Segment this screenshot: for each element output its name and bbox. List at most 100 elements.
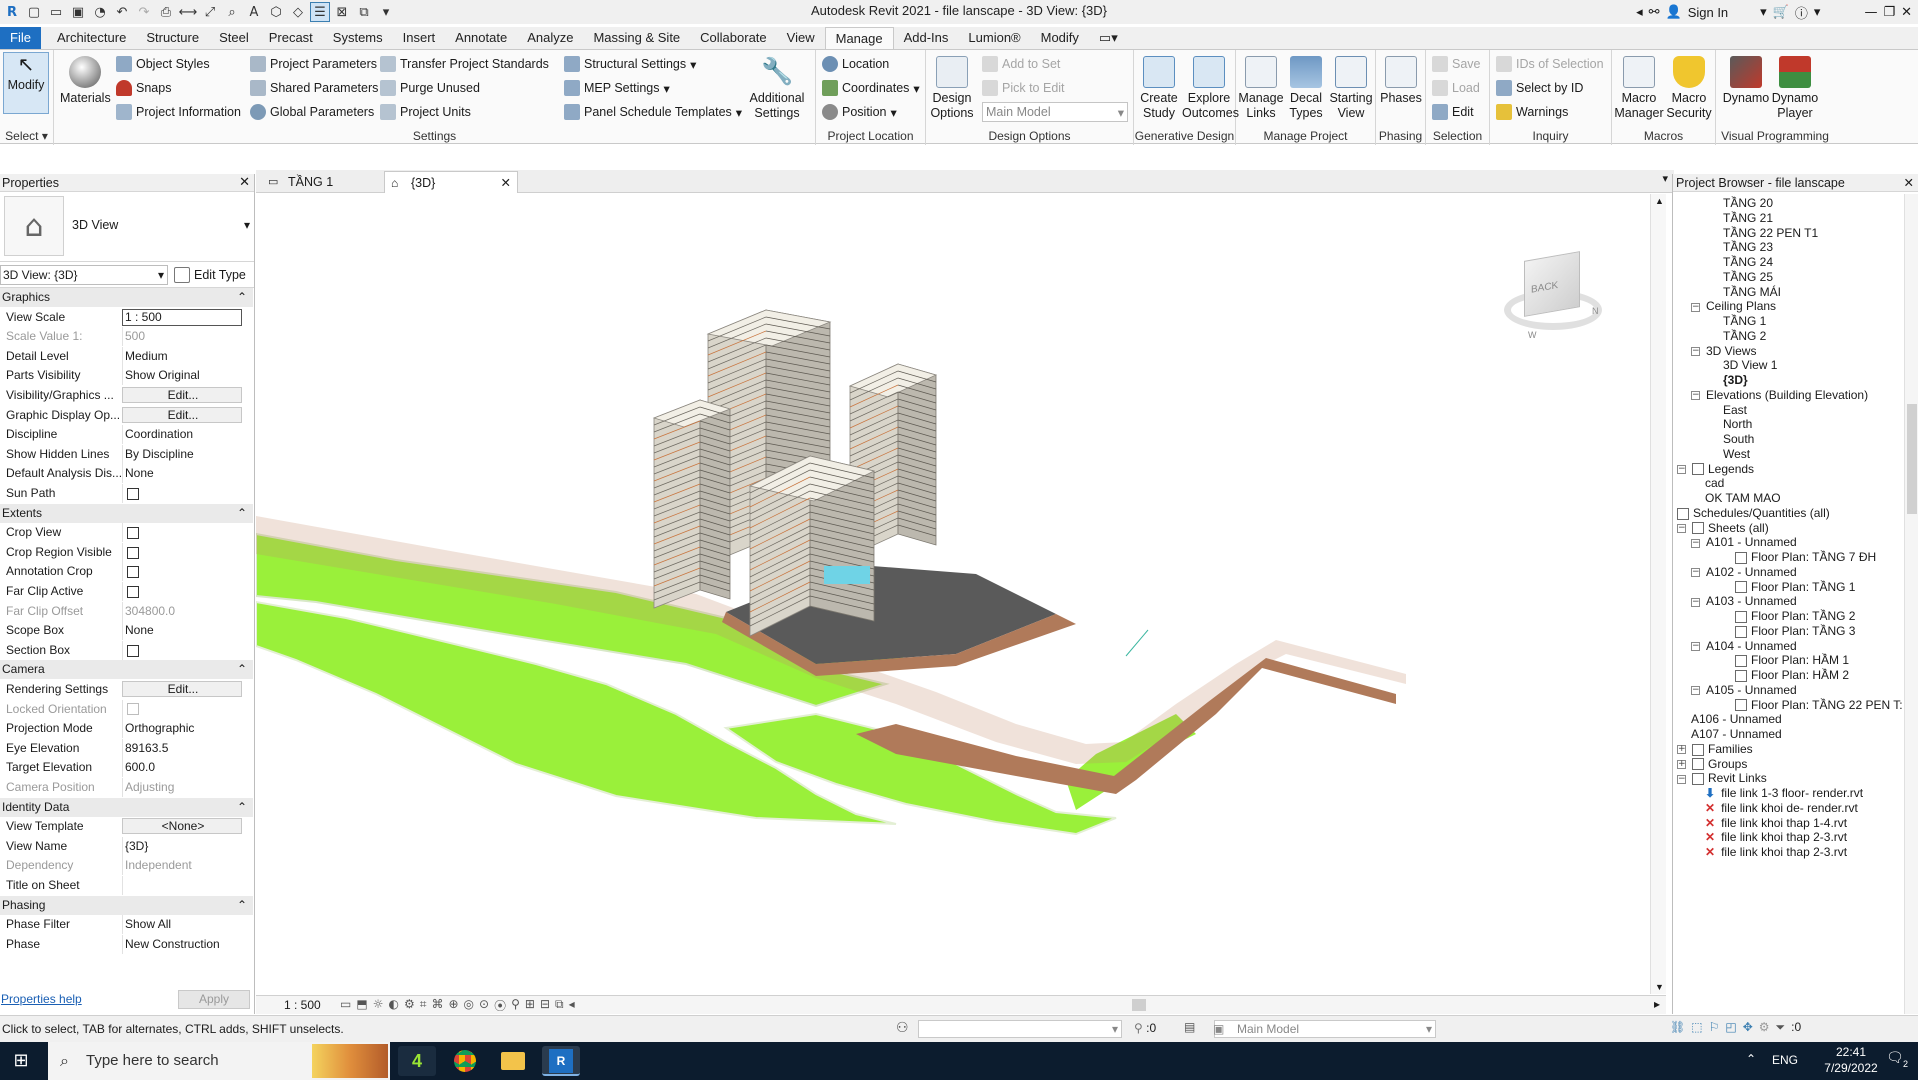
collapse-icon[interactable]: − [1677,774,1686,784]
section-extents[interactable]: Extents ⌃ [0,503,253,523]
edit-selection-button[interactable]: Edit [1432,102,1474,122]
type-selector[interactable]: ⌂ 3D View ▾ [0,192,254,262]
tab-systems[interactable]: Systems [323,27,393,49]
close-tab-icon[interactable]: ✕ [501,172,511,194]
show-crop-icon[interactable]: ⌘ [431,997,443,1014]
viewcube-back-face[interactable]: BACK [1531,280,1558,296]
thin-lines-icon[interactable]: ☰ [310,2,330,22]
collapse-icon[interactable]: − [1691,538,1700,548]
select-by-id-button[interactable]: Select by ID [1496,78,1583,98]
scroll-down-icon[interactable]: ▼ [1655,982,1664,992]
close-icon[interactable]: ✕ [1901,5,1912,20]
redo-icon[interactable]: ↷ [134,2,154,22]
modify-button[interactable]: ↖ Modify [3,52,49,114]
print-icon[interactable]: ⎙ [156,2,176,22]
prop-value[interactable]: Show All [122,915,242,935]
ids-of-selection-button[interactable]: IDs of Selection [1496,54,1604,74]
checkbox[interactable] [127,703,139,716]
restore-icon[interactable]: ❐ [1883,5,1895,20]
tab-collaborate[interactable]: Collaborate [690,27,777,49]
editing-requests-icon[interactable]: ⚲ [1134,1021,1143,1035]
tab-menu-icon[interactable]: ▾ [1662,172,1668,185]
collapse-icon[interactable]: − [1691,641,1700,651]
tab-insert[interactable]: Insert [393,27,446,49]
dimension-icon[interactable]: ⤢ [200,2,220,22]
load-selection-button[interactable]: Load [1432,78,1480,98]
checkbox[interactable] [127,566,139,579]
decal-types-button[interactable]: Decal Types [1284,54,1328,121]
prop-value[interactable]: Show Original [122,366,242,386]
expand-icon[interactable]: + [1677,745,1686,755]
collapse-icon[interactable]: − [1691,391,1700,401]
collapse-icon[interactable]: − [1691,597,1700,607]
phases-button[interactable]: Phases [1380,54,1422,106]
help-dropdown-icon[interactable]: ▾ [1814,5,1821,20]
coordinates-button[interactable]: Coordinates ▾ [822,78,920,98]
prop-value[interactable] [122,876,242,895]
position-button[interactable]: Position ▾ [822,102,897,122]
prop-edit-button[interactable]: Edit... [122,387,242,403]
visual-style-icon[interactable]: ⬒ [356,997,367,1014]
snaps-button[interactable]: Snaps [116,78,171,98]
manage-links-button[interactable]: Manage Links [1238,54,1284,121]
shadows-icon[interactable]: ◐ [388,997,398,1014]
user-icon[interactable]: 👤 [1666,5,1682,20]
temporary-hide-icon[interactable]: ◎ [464,997,474,1014]
tab-lumion[interactable]: Lumion® [958,27,1030,49]
checkbox[interactable] [127,585,139,598]
tag-icon[interactable]: ⌕ [222,2,242,22]
viewport-vertical-scrollbar[interactable]: ▲ ▼ [1650,194,1666,994]
taskbar-search[interactable]: ⌕ Type here to search [48,1042,390,1080]
show-constraints-icon[interactable]: ⊟ [540,997,550,1014]
prop-value[interactable]: Coordination [122,425,242,445]
customize-qat-icon[interactable]: ▾ [376,2,396,22]
collapse-icon[interactable]: − [1691,568,1700,578]
switch-windows-icon[interactable]: ⧉ [354,2,374,22]
notifications-icon[interactable]: 🗨 [1886,1050,1904,1066]
sun-path-icon[interactable]: ☼ [373,997,384,1014]
shared-parameters-button[interactable]: Shared Parameters [250,78,378,98]
select-links-icon[interactable]: ⛓ [1670,1020,1685,1035]
taskbar-revit[interactable]: R [542,1046,580,1076]
revit-logo-icon[interactable]: R [2,2,22,22]
close-icon[interactable]: ✕ [1904,174,1914,192]
more-icon[interactable]: ⧉ [555,997,564,1014]
tab-annotate[interactable]: Annotate [445,27,517,49]
dynamo-button[interactable]: Dynamo [1722,54,1770,106]
language-indicator[interactable]: ENG [1772,1053,1798,1067]
prop-value[interactable]: 89163.5 [122,738,242,758]
collapse-icon[interactable]: − [1677,523,1686,533]
scroll-up-icon[interactable]: ▲ [1655,196,1664,206]
prop-value[interactable]: 600.0 [122,758,242,778]
taskbar-app-4[interactable]: 4 [398,1046,436,1076]
add-to-set-button[interactable]: Add to Set [982,54,1060,74]
tab-manage[interactable]: Manage [824,27,894,49]
workset-select[interactable]: ▾ [918,1020,1122,1038]
sign-in-link[interactable]: Sign In [1688,5,1728,20]
collapse-icon[interactable]: ⌃ [237,660,247,679]
tab-precast[interactable]: Precast [259,27,323,49]
horizontal-scroll-thumb[interactable] [1132,999,1146,1011]
context-toggle-icon[interactable]: ▭▾ [1089,27,1128,49]
collapse-icon[interactable]: ⌃ [237,798,247,817]
select-pinned-icon[interactable]: ⚐ [1709,1020,1720,1035]
additional-settings-button[interactable]: 🔧 Additional Settings [744,54,810,121]
detail-level-icon[interactable]: ▭ [340,997,351,1014]
collapse-icon[interactable]: − [1677,464,1686,474]
prop-value[interactable]: {3D} [122,836,242,856]
section-phasing[interactable]: Phasing ⌃ [0,895,253,915]
tab-file[interactable]: File [0,27,41,49]
project-parameters-button[interactable]: Project Parameters [250,54,377,74]
select-dropdown[interactable]: Select ▾ [0,129,53,143]
collapse-icon[interactable]: − [1691,302,1700,312]
tab-tang-1[interactable]: ▭ TẦNG 1 [262,171,380,193]
section-icon[interactable]: ◇ [288,2,308,22]
drag-elements-icon[interactable]: ✥ [1743,1020,1753,1035]
close-icon[interactable]: ✕ [239,174,250,192]
viewcube-cube[interactable]: BACK [1524,251,1580,317]
close-hidden-icon[interactable]: ⊠ [332,2,352,22]
design-options-status-icon[interactable]: ▤ [1184,1020,1195,1034]
3d-view-icon[interactable]: ⬡ [266,2,286,22]
project-units-button[interactable]: Project Units [380,102,471,122]
save-icon[interactable]: ▣ [68,2,88,22]
